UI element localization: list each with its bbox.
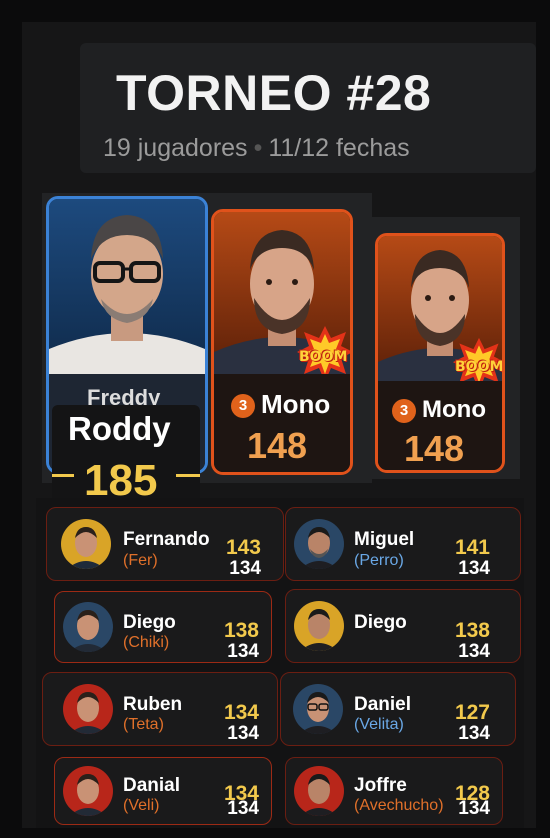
tournament-subtitle: 19 jugadores • 11/12 fechas bbox=[103, 134, 410, 163]
player-score: 127 bbox=[454, 701, 490, 724]
third-name-text: Mono bbox=[422, 396, 486, 423]
avatar bbox=[294, 601, 344, 651]
player-nick: (Fer) bbox=[123, 552, 158, 569]
player-name: Daniel bbox=[354, 694, 412, 715]
player-prev-score: 134 bbox=[458, 558, 490, 579]
list-item[interactable]: Diego (Chiki) 138 134 bbox=[54, 591, 272, 663]
tournament-title: TORNEO #28 bbox=[116, 65, 432, 121]
player-name: Diego bbox=[354, 612, 407, 633]
winner-photo bbox=[49, 199, 205, 374]
player-name: Joffre bbox=[354, 775, 407, 796]
second-name-text: Mono bbox=[261, 389, 331, 419]
player-score: 138 bbox=[223, 619, 259, 642]
player-prev-score: 134 bbox=[229, 558, 261, 579]
player-nick: (Velita) bbox=[354, 716, 404, 733]
avatar bbox=[294, 519, 344, 569]
player-prev-score: 134 bbox=[227, 723, 259, 744]
second-card[interactable]: BOOM 3 Mono 148 bbox=[211, 209, 353, 475]
player-name: Miguel bbox=[354, 529, 415, 550]
third-card[interactable]: BOOM 3 Mono 148 bbox=[375, 233, 505, 473]
player-prev-score: 134 bbox=[458, 798, 490, 819]
list-item[interactable]: Miguel (Perro) 141 134 bbox=[285, 507, 521, 581]
list-item[interactable]: Joffre (Avechucho) 128 134 bbox=[285, 757, 503, 825]
list-item[interactable]: Diego 138 134 bbox=[285, 589, 521, 663]
list-item[interactable]: Danial (Veli) 134 134 bbox=[54, 757, 272, 825]
separator-dot: • bbox=[253, 134, 263, 162]
list-item[interactable]: Daniel (Velita) 127 134 bbox=[280, 672, 516, 746]
list-item[interactable]: Fernando (Fer) 143 134 bbox=[46, 507, 284, 581]
players-count: 19 jugadores bbox=[103, 134, 248, 162]
player-nick: (Perro) bbox=[354, 552, 404, 569]
player-score: 141 bbox=[454, 536, 490, 559]
score-rule-left bbox=[52, 474, 74, 477]
second-name: 3 Mono bbox=[231, 389, 330, 420]
avatar bbox=[294, 766, 344, 816]
score-rule-right bbox=[176, 474, 200, 477]
boom-text: BOOM bbox=[299, 349, 348, 365]
player-name: Fernando bbox=[123, 529, 210, 550]
dates-count: 11/12 fechas bbox=[268, 134, 410, 162]
player-nick: (Avechucho) bbox=[354, 797, 444, 814]
player-score: 134 bbox=[223, 701, 259, 724]
player-prev-score: 134 bbox=[227, 798, 259, 819]
player-nick: (Teta) bbox=[123, 716, 164, 733]
player-prev-score: 134 bbox=[227, 641, 259, 662]
third-score: 148 bbox=[404, 428, 465, 469]
player-score: 143 bbox=[225, 536, 261, 559]
avatar bbox=[63, 766, 113, 816]
avatar bbox=[63, 684, 113, 734]
player-nick: (Chiki) bbox=[123, 634, 170, 651]
avatar bbox=[293, 684, 343, 734]
second-score: 148 bbox=[247, 425, 308, 466]
player-nick: (Veli) bbox=[123, 797, 160, 814]
third-name: 3 Mono bbox=[392, 396, 486, 424]
avatar bbox=[63, 602, 113, 652]
avatar bbox=[61, 519, 111, 569]
player-name: Ruben bbox=[123, 694, 183, 715]
player-prev-score: 134 bbox=[458, 641, 490, 662]
rank-badge: 3 bbox=[392, 398, 416, 423]
player-prev-score: 134 bbox=[458, 723, 490, 744]
winner-name: Roddy bbox=[68, 410, 171, 447]
player-score: 138 bbox=[454, 619, 490, 642]
list-item[interactable]: Ruben (Teta) 134 134 bbox=[42, 672, 278, 746]
player-name: Danial bbox=[123, 775, 181, 796]
player-name: Diego bbox=[123, 612, 176, 633]
boom-text: BOOM bbox=[455, 359, 504, 375]
rank-badge: 3 bbox=[231, 394, 255, 419]
